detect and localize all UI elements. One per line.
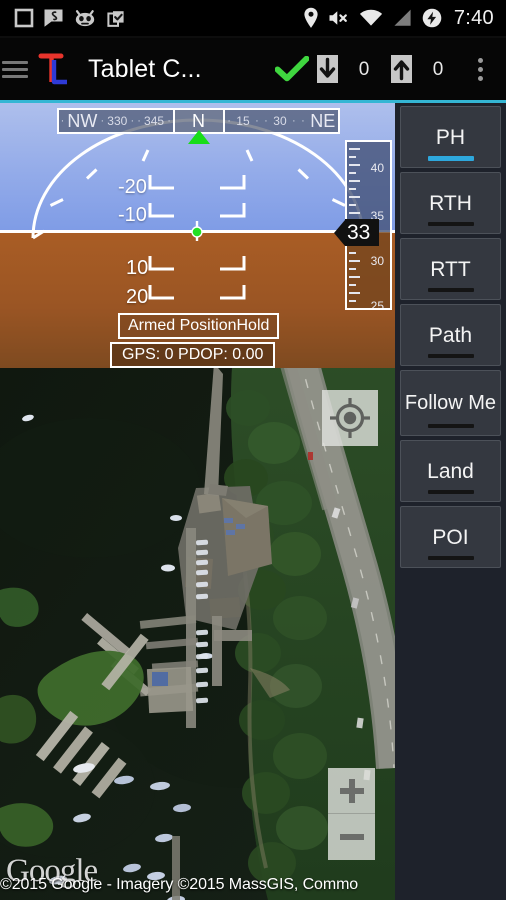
pitch-label-neg20: -20 xyxy=(118,176,147,198)
mode-button-follow-me[interactable]: Follow Me xyxy=(400,370,501,436)
compass-label-345: 345 xyxy=(144,114,165,128)
pitch-label-pos10: 10 xyxy=(126,257,149,279)
compass-dot: · xyxy=(137,115,141,127)
map-attribution: ©2015 Google - Imagery ©2015 MassGIS, Co… xyxy=(0,876,359,893)
download-count: 0 xyxy=(358,58,370,80)
mode-indicator xyxy=(427,556,474,560)
compass-left-segment: · NW · 330 · · 345 · xyxy=(57,108,173,134)
status-bar-notification-icons xyxy=(0,8,126,28)
altitude-tick-40: 40 xyxy=(370,161,384,175)
compass-label-nw: NW xyxy=(67,110,98,131)
compass-label-ne: NE xyxy=(310,110,336,131)
mode-active-indicator xyxy=(427,156,474,161)
altitude-current-value: 33 xyxy=(345,219,380,246)
minus-icon xyxy=(339,834,364,840)
crosshair-location-icon xyxy=(330,398,370,438)
mode-indicator xyxy=(427,222,474,226)
callout-pointer-icon xyxy=(334,219,345,246)
mode-button-label: Path xyxy=(428,323,473,347)
flight-mode-panel: PH RTH RTT Path Follow Me Land POI xyxy=(395,103,506,900)
my-location-button[interactable] xyxy=(322,390,378,446)
tower-logo-icon xyxy=(32,47,76,91)
location-pin-icon xyxy=(304,7,318,28)
pitch-label-pos20: 20 xyxy=(126,286,149,308)
upload-count: 0 xyxy=(432,58,444,80)
compass-dot: · xyxy=(227,115,231,127)
mode-indicator xyxy=(427,354,474,358)
altitude-tick-30: 30 xyxy=(370,254,384,268)
overflow-menu-icon[interactable] xyxy=(460,57,500,81)
compass-label-30: 30 xyxy=(273,114,287,128)
compass-label-330: 330 xyxy=(107,114,128,128)
compass-dot: · xyxy=(100,115,105,127)
signal-bars-icon xyxy=(394,9,411,26)
map-zoom-controls xyxy=(328,768,375,860)
compass-dot: · xyxy=(167,115,171,127)
mode-button-label: RTT xyxy=(430,257,471,281)
mode-indicator xyxy=(427,490,474,494)
cyanogenmod-icon xyxy=(75,10,95,27)
mode-button-poi[interactable]: POI xyxy=(400,506,501,568)
square-icon xyxy=(14,8,34,28)
download-arrow-icon xyxy=(312,54,342,84)
zoom-in-button[interactable] xyxy=(328,768,375,814)
mode-indicator xyxy=(427,424,474,428)
mode-button-rth[interactable]: RTH xyxy=(400,172,501,234)
compass-right-segment: · 15 · · 30 · · NE xyxy=(224,108,340,134)
mode-indicator xyxy=(427,288,474,292)
mode-button-path[interactable]: Path xyxy=(400,304,501,366)
upload-arrow-icon xyxy=(386,54,416,84)
mode-button-label: PH xyxy=(435,125,466,149)
mode-button-label: Follow Me xyxy=(404,391,497,414)
mode-button-label: POI xyxy=(432,525,469,549)
wifi-icon xyxy=(359,9,382,26)
gps-status: GPS: 0 PDOP: 0.00 xyxy=(110,342,276,368)
mode-button-ph[interactable]: PH xyxy=(400,106,501,168)
compass-dot: · xyxy=(292,115,296,127)
compass-dot: · xyxy=(255,115,259,127)
altitude-tick-25: 25 xyxy=(370,299,384,310)
plus-icon xyxy=(339,778,364,803)
mode-button-rtt[interactable]: RTT xyxy=(400,238,501,300)
mode-button-land[interactable]: Land xyxy=(400,440,501,502)
compass-label-15: 15 xyxy=(236,114,250,128)
heading-triangle-icon xyxy=(188,130,210,144)
zoom-out-button[interactable] xyxy=(328,814,375,860)
compass-dot: · xyxy=(130,115,135,127)
flight-mode-status: Armed PositionHold xyxy=(118,313,280,339)
compass-dot: · xyxy=(301,115,305,127)
battery-charging-icon xyxy=(422,8,442,28)
status-bar-clock: 7:40 xyxy=(453,7,494,29)
green-check-icon[interactable] xyxy=(272,56,312,82)
app-bar: Tablet C... 0 0 xyxy=(0,38,506,100)
altitude-current-callout: 33 xyxy=(334,219,380,246)
compass-dot: · xyxy=(60,115,65,127)
app-root: 7:40 Tablet C... 0 0 -20 -10 10 20 · NW … xyxy=(0,0,506,900)
android-status-bar: 7:40 xyxy=(0,0,506,36)
page-title: Tablet C... xyxy=(88,54,202,83)
pitch-label-neg10: -10 xyxy=(118,204,147,226)
mode-button-label: Land xyxy=(427,459,474,483)
mode-button-label: RTH xyxy=(429,191,472,215)
status-bar-system-icons: 7:40 xyxy=(303,7,506,29)
hamburger-icon[interactable] xyxy=(2,58,28,80)
voice-chat-icon xyxy=(44,9,63,27)
compass-dot: · xyxy=(264,115,268,127)
volume-muted-icon xyxy=(329,11,347,25)
app-bar-actions: 0 0 xyxy=(272,54,506,84)
clipboard-check-icon xyxy=(107,11,124,27)
